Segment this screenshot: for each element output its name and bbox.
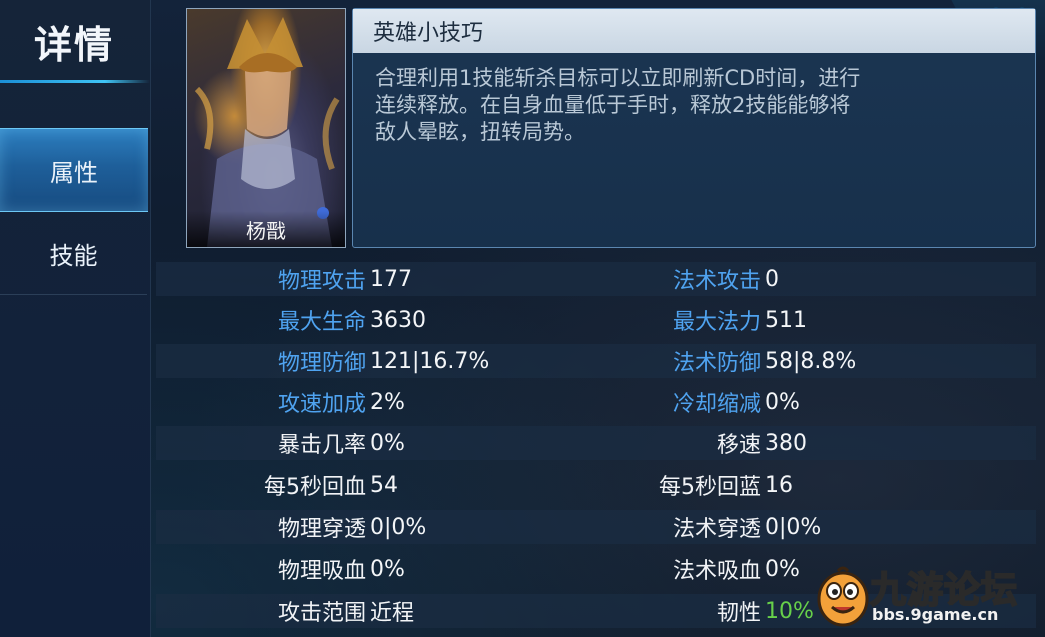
stat-value-cell: 3630 [366, 303, 426, 337]
stat-row: 暴击几率 0% 移速 380 [156, 426, 1036, 460]
stat-value-cell: 0% [366, 426, 405, 460]
stat-value: 177 [370, 266, 412, 292]
stat-row: 物理穿透 0|0% 法术穿透 0|0% [156, 510, 1036, 544]
stat-value-cell: 16 [761, 468, 793, 502]
stat-value-cell: 0% [366, 552, 405, 586]
stat-value: 10% [765, 598, 814, 624]
stat-value-cell: 近程 [366, 594, 414, 628]
stat-value-cell: 0|0% [761, 510, 821, 544]
stat-label: 物理穿透 [277, 517, 366, 542]
stat-label-cell: 法术攻击 [501, 262, 761, 296]
stat-value: 0|0% [370, 514, 427, 540]
stat-label: 攻速加成 [277, 392, 366, 417]
stat-value-cell: 10% [761, 594, 814, 628]
stat-value-cell: 511 [761, 303, 807, 337]
title-underline [0, 80, 150, 83]
hero-name: 杨戬 [187, 211, 345, 247]
stat-label: 法术防御 [672, 351, 761, 376]
stat-value: 0% [765, 556, 800, 582]
page-title: 详情 [34, 23, 115, 67]
stat-row: 物理防御 121|16.7% 法术防御 58|8.8% [156, 344, 1036, 378]
stat-label: 法术吸血 [672, 559, 761, 584]
stats-table: 物理攻击 177 法术攻击 0 最大生命 3630 最大法力 511 物理防御 121|16.7%… [156, 258, 1036, 637]
stat-row: 最大生命 3630 最大法力 511 [156, 303, 1036, 337]
stat-value-cell: 0|0% [366, 510, 426, 544]
stat-value: 0% [370, 430, 405, 456]
stat-label: 物理攻击 [277, 269, 366, 294]
stat-value: 16 [765, 472, 793, 498]
stat-label: 法术攻击 [672, 269, 761, 294]
stat-label-cell: 最大生命 [106, 303, 366, 337]
stat-row: 攻速加成 2% 冷却缩减 0% [156, 385, 1036, 419]
stat-label-cell: 每5秒回蓝 [501, 468, 761, 502]
stat-value: 0 [765, 266, 779, 292]
stat-label-cell: 最大法力 [501, 303, 761, 337]
stat-label-cell: 物理吸血 [106, 552, 366, 586]
stat-label: 每5秒回血 [264, 475, 366, 500]
stat-label: 最大生命 [277, 310, 366, 335]
stat-label-cell: 暴击几率 [106, 426, 366, 460]
stat-label: 物理吸血 [277, 559, 366, 584]
stat-label: 物理防御 [277, 351, 366, 376]
stat-value-cell: 58|8.8% [761, 344, 856, 378]
stat-value-cell: 380 [761, 426, 807, 460]
stat-label-cell: 物理防御 [106, 344, 366, 378]
tab-attributes-label: 属性 [50, 158, 98, 187]
tip-line: 连续释放。在自身血量低于手时，释放2技能能够将 [375, 93, 851, 117]
stat-label-cell: 法术防御 [501, 344, 761, 378]
tip-title: 英雄小技巧 [353, 9, 1035, 53]
stat-value: 0|0% [765, 514, 822, 540]
tip-line: 敌人晕眩，扭转局势。 [375, 120, 585, 144]
stat-value-cell: 0 [761, 262, 779, 296]
stat-label-cell: 法术穿透 [501, 510, 761, 544]
stat-row: 每5秒回血 54 每5秒回蓝 16 [156, 468, 1036, 502]
stat-value: 0% [370, 556, 405, 582]
stat-label-cell: 韧性 [501, 594, 761, 628]
tip-line: 合理利用1技能斩杀目标可以立即刷新CD时间，进行 [375, 66, 861, 90]
stat-value: 0% [765, 389, 800, 415]
stat-value: 54 [370, 472, 398, 498]
stat-label-cell: 每5秒回血 [106, 468, 366, 502]
stat-label: 最大法力 [672, 310, 761, 335]
stat-value: 58|8.8% [765, 348, 857, 374]
tab-attributes[interactable]: 属性 [0, 128, 148, 212]
hero-portrait: 杨戬 [186, 8, 346, 248]
stat-value: 380 [765, 430, 807, 456]
stat-label-cell: 攻速加成 [106, 385, 366, 419]
tab-skills-label: 技能 [49, 241, 98, 270]
stat-row: 物理攻击 177 法术攻击 0 [156, 262, 1036, 296]
stat-label-cell: 移速 [501, 426, 761, 460]
stat-value: 511 [765, 307, 807, 333]
stat-label: 攻击范围 [277, 601, 366, 626]
tip-body: 合理利用1技能斩杀目标可以立即刷新CD时间，进行 连续释放。在自身血量低于手时，… [353, 53, 1035, 146]
stat-value-cell: 0% [761, 385, 800, 419]
stat-label: 韧性 [716, 601, 761, 626]
stat-row: 物理吸血 0% 法术吸血 0% [156, 552, 1036, 586]
stat-value: 121|16.7% [370, 348, 490, 374]
stat-label-cell: 法术吸血 [501, 552, 761, 586]
stat-row: 攻击范围 近程 韧性 10% [156, 594, 1036, 628]
stat-label: 移速 [716, 433, 761, 458]
stat-value-cell: 121|16.7% [366, 344, 489, 378]
stat-label-cell: 冷却缩减 [501, 385, 761, 419]
stat-value-cell: 2% [366, 385, 405, 419]
stat-label-cell: 攻击范围 [106, 594, 366, 628]
stat-value-cell: 177 [366, 262, 412, 296]
hero-tip-panel: 英雄小技巧 合理利用1技能斩杀目标可以立即刷新CD时间，进行 连续释放。在自身血… [352, 8, 1036, 248]
stat-label-cell: 物理穿透 [106, 510, 366, 544]
stat-label: 暴击几率 [277, 433, 366, 458]
stat-label: 冷却缩减 [672, 392, 761, 417]
stat-label: 法术穿透 [672, 517, 761, 542]
stat-value: 2% [370, 389, 405, 415]
stat-value-cell: 0% [761, 552, 800, 586]
stat-value: 近程 [370, 601, 415, 626]
stat-value: 3630 [370, 307, 426, 333]
stat-label: 每5秒回蓝 [659, 475, 761, 500]
stat-label-cell: 物理攻击 [106, 262, 366, 296]
stat-value-cell: 54 [366, 468, 398, 502]
